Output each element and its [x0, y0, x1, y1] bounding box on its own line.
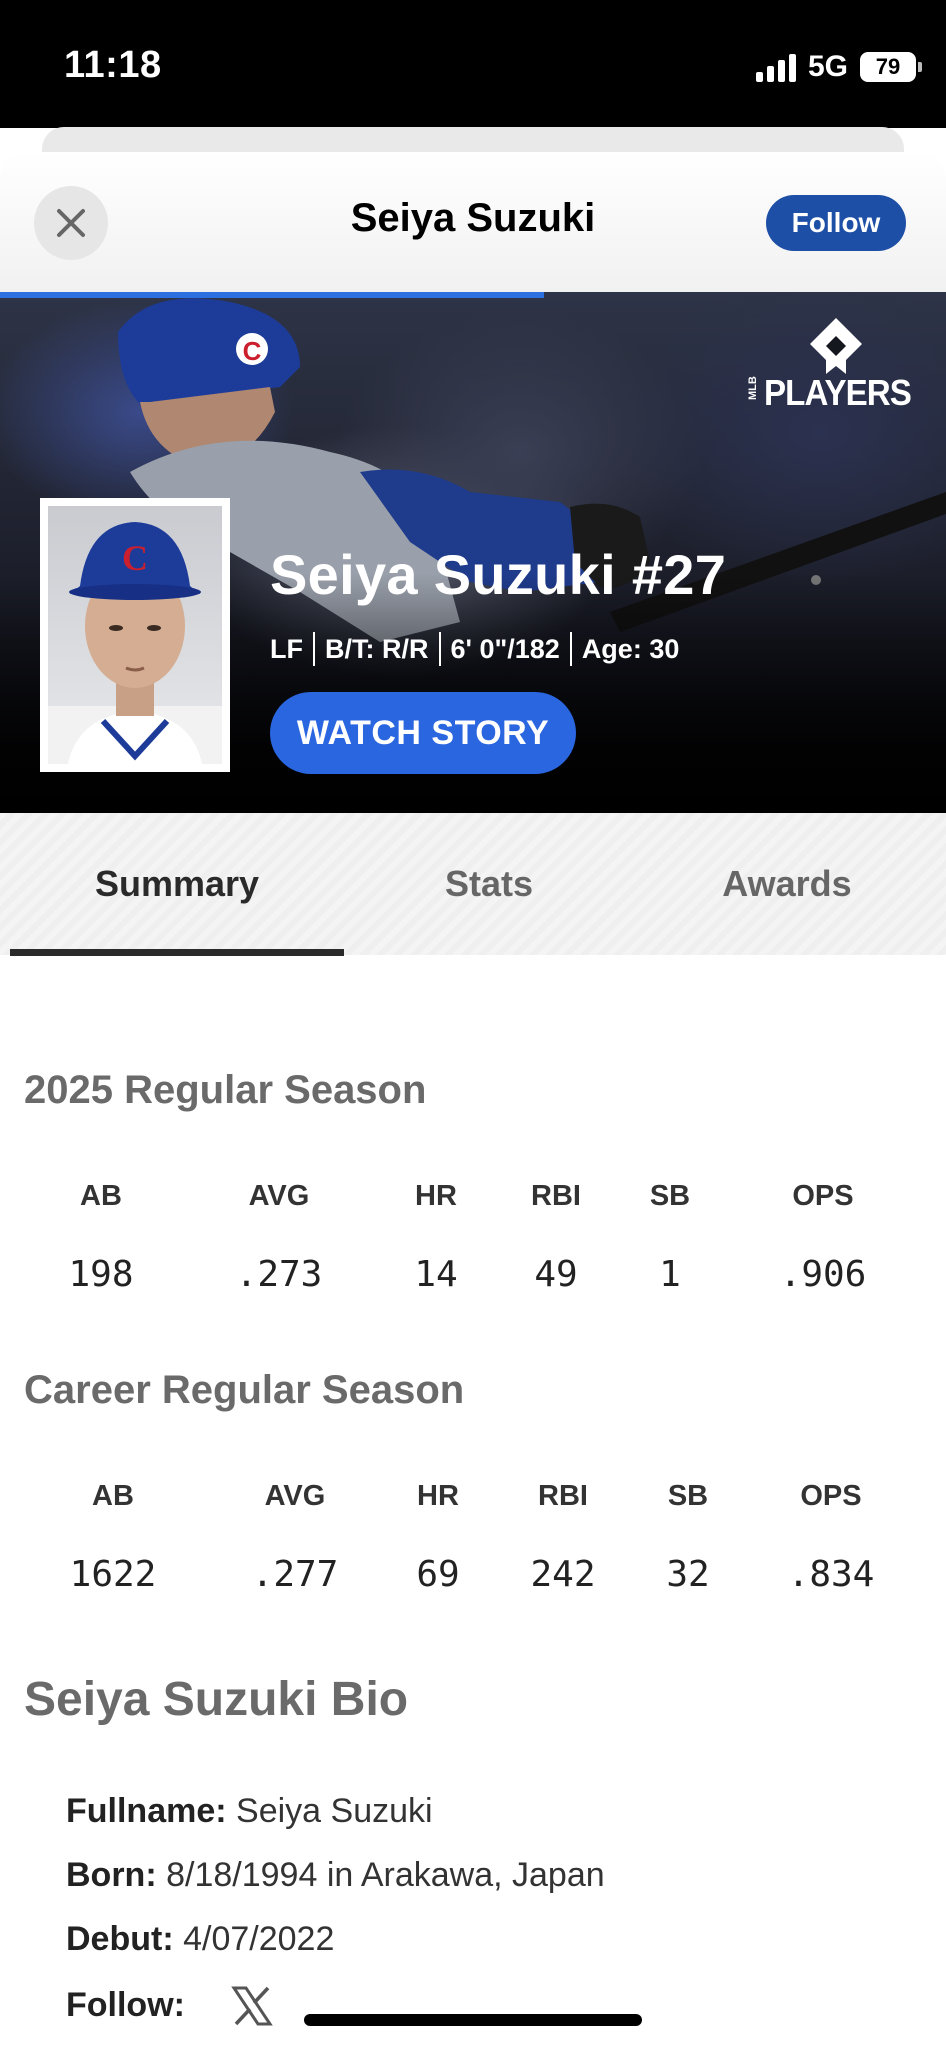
tab-summary[interactable]: Summary	[10, 813, 344, 955]
player-headshot: C	[40, 498, 230, 772]
stat-value: 32	[666, 1554, 710, 1595]
career-stats-values: 1622 .277 69 242 32 .834	[0, 1554, 946, 1604]
bio-value: Seiya Suzuki	[236, 1792, 433, 1830]
career-stats-header: AB AVG HR RBI SB OPS	[0, 1480, 946, 1530]
divider	[438, 632, 441, 666]
stat-header: AB	[80, 1180, 122, 1212]
signal-icon	[755, 52, 796, 82]
status-time: 11:18	[64, 44, 162, 86]
x-icon[interactable]	[230, 1984, 274, 2028]
logo-mlb-text: MLB	[747, 376, 759, 400]
bio-follow: Follow:	[66, 1986, 185, 2025]
bio-label: Born:	[66, 1856, 157, 1894]
player-position: LF	[270, 633, 303, 664]
network-type: 5G	[807, 50, 848, 83]
story-progress-bar	[0, 292, 544, 298]
career-stats-title: Career Regular Season	[24, 1368, 465, 1412]
player-height-weight: 6' 0"/182	[450, 633, 560, 664]
status-bar: 11:18 5G 79	[0, 0, 946, 128]
divider	[313, 632, 315, 666]
player-hero: C MLB PLAYERS C Seiya Suzuki #27 LF B/T:…	[0, 292, 946, 813]
mlb-players-logo: MLB PLAYERS	[746, 310, 926, 420]
bio-label: Follow:	[66, 1986, 185, 2024]
profile-tabs: Summary Stats Awards	[0, 813, 946, 956]
player-meta: LF B/T: R/R 6' 0"/182 Age: 30	[270, 632, 679, 666]
stat-header: AVG	[264, 1480, 326, 1512]
player-sheet: Seiya Suzuki Follow C MLB PLAYERS C Seiy…	[0, 152, 946, 2048]
bio-title: Seiya Suzuki Bio	[24, 1673, 409, 1726]
stat-header: OPS	[792, 1180, 854, 1212]
active-tab-indicator	[10, 949, 344, 956]
stat-value: .277	[251, 1554, 339, 1595]
season-stats-values: 198 .273 14 49 1 .906	[0, 1254, 946, 1304]
player-name-number: Seiya Suzuki #27	[270, 543, 727, 606]
watch-story-button[interactable]: WATCH STORY	[270, 692, 576, 774]
stat-value: 1	[659, 1254, 681, 1295]
stat-header: SB	[667, 1480, 709, 1512]
story-progress-track	[0, 292, 946, 298]
bio-fullname: Fullname: Seiya Suzuki	[66, 1792, 433, 1831]
stat-value: .834	[787, 1554, 875, 1595]
divider	[569, 632, 572, 666]
bio-debut: Debut: 4/07/2022	[66, 1920, 334, 1959]
player-bats-throws: B/T: R/R	[325, 633, 429, 664]
season-stats-title: 2025 Regular Season	[24, 1068, 427, 1112]
tab-stats[interactable]: Stats	[344, 813, 634, 955]
bio-born: Born: 8/18/1994 in Arakawa, Japan	[66, 1856, 605, 1895]
stat-value: 198	[68, 1254, 134, 1295]
bio-value: 4/07/2022	[183, 1920, 335, 1958]
tab-awards[interactable]: Awards	[634, 813, 940, 955]
stat-header: OPS	[800, 1480, 862, 1512]
bio-label: Fullname:	[66, 1792, 227, 1830]
status-indicators: 5G 79	[755, 50, 922, 84]
stat-header: SB	[649, 1180, 691, 1212]
cap-logo: C	[122, 538, 148, 578]
season-stats-header: AB AVG HR RBI SB OPS	[0, 1180, 946, 1230]
stat-value: 1622	[69, 1554, 157, 1595]
battery-icon: 79	[860, 52, 922, 82]
stat-header: AB	[92, 1480, 134, 1512]
sheet-header: Seiya Suzuki Follow	[0, 152, 946, 292]
bio-label: Debut:	[66, 1920, 174, 1958]
player-age: Age: 30	[581, 633, 680, 664]
home-indicator[interactable]	[304, 2014, 642, 2026]
bio-value: 8/18/1994 in Arakawa, Japan	[166, 1856, 605, 1894]
logo-players-text: PLAYERS	[764, 372, 912, 413]
helmet-logo: C	[243, 336, 262, 366]
stat-value: .906	[779, 1254, 867, 1295]
follow-button[interactable]: Follow	[766, 195, 906, 251]
stat-value: .273	[235, 1254, 323, 1295]
stat-header: AVG	[248, 1180, 310, 1212]
